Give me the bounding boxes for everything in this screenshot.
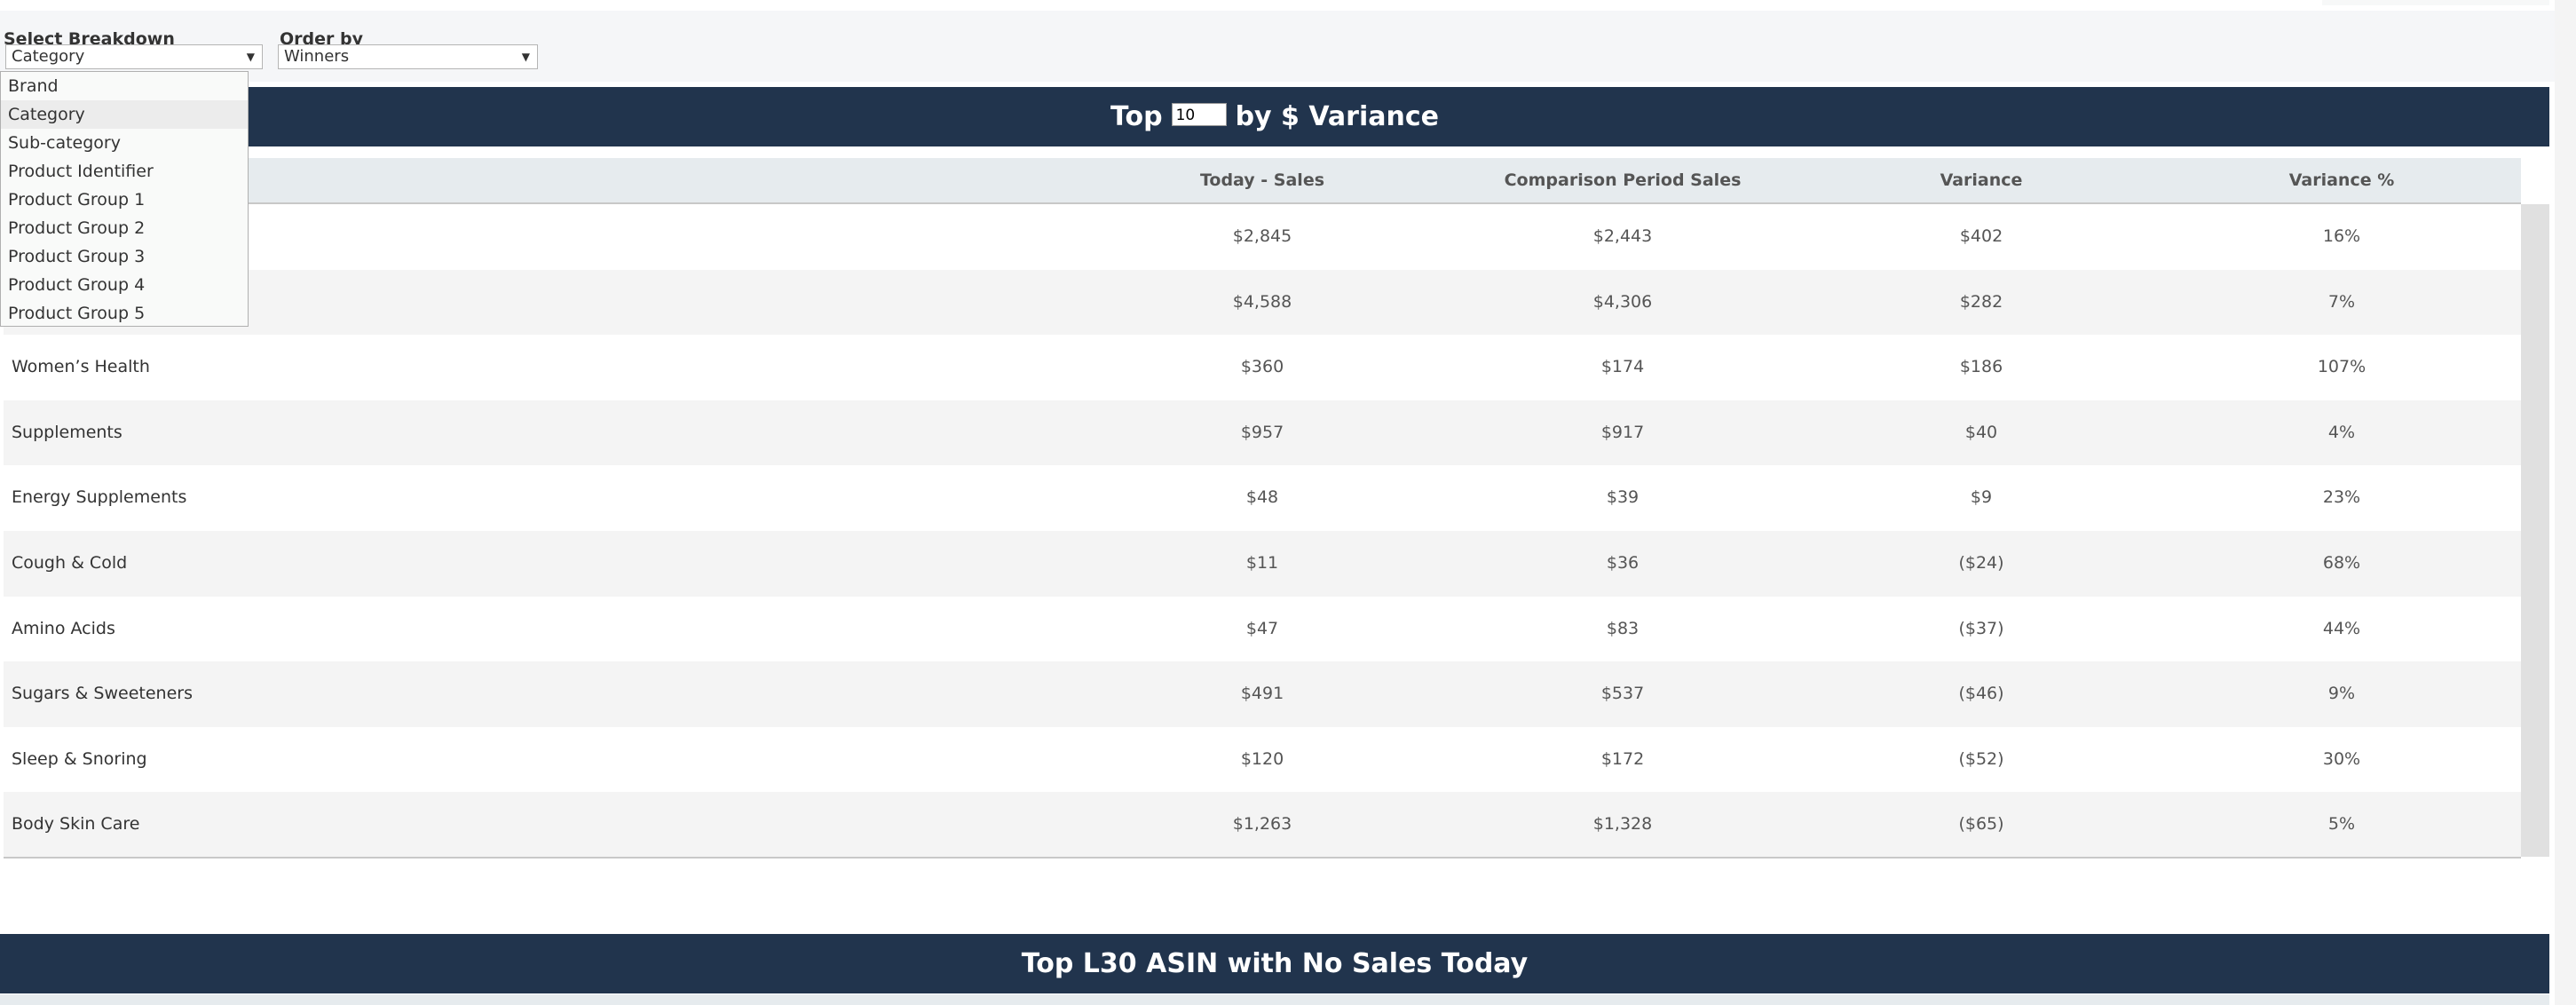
cell-variance: ($37): [1958, 618, 2004, 638]
cell-category: Energy Supplements: [12, 487, 187, 508]
cell-comparison-sales: $36: [1606, 552, 1640, 573]
top-strip: [2322, 0, 2549, 5]
vertical-scrollbar[interactable]: [2521, 204, 2549, 857]
cell-variance: $40: [1964, 422, 1998, 442]
table-row[interactable]: $2,845 $2,443 $402 16%: [4, 204, 2521, 270]
table-row[interactable]: Amino Acids $47 $83 ($37) 44%: [4, 596, 2521, 662]
cell-variance-pct: 30%: [2322, 748, 2361, 769]
dropdown-option[interactable]: Product Identifier: [1, 157, 248, 186]
second-section-title: Top L30 ASIN with No Sales Today: [1021, 948, 1529, 979]
table-row[interactable]: Body Skin Care $1,263 $1,328 ($65) 5%: [4, 792, 2521, 858]
cell-today-sales: $4,588: [1232, 291, 1292, 312]
cell-variance-pct: 23%: [2322, 487, 2361, 508]
dropdown-option[interactable]: Product Group 1: [1, 186, 248, 214]
breakdown-dropdown-list: Brand Category Sub-category Product Identif…: [0, 71, 249, 327]
column-header-today-sales[interactable]: Today - Sales: [1085, 158, 1440, 202]
cell-today-sales: $11: [1245, 552, 1279, 573]
cell-comparison-sales: $2,443: [1592, 226, 1653, 246]
top-n-input[interactable]: 10: [1171, 102, 1227, 126]
breakdown-select-value: Category: [12, 47, 85, 66]
cell-variance-pct: 44%: [2322, 618, 2361, 638]
cell-variance: ($46): [1958, 684, 2004, 704]
cell-variance-pct: 68%: [2322, 552, 2361, 573]
cell-variance: ($24): [1958, 552, 2004, 573]
column-header-comparison-sales[interactable]: Comparison Period Sales: [1445, 158, 1800, 202]
cell-category: Body Skin Care: [12, 814, 140, 835]
dropdown-option[interactable]: Brand: [1, 72, 248, 100]
cell-variance: $402: [1959, 226, 2003, 246]
table-row[interactable]: Cough & Cold $11 $36 ($24) 68%: [4, 530, 2521, 597]
table-row[interactable]: Women’s Health $360 $174 $186 107%: [4, 335, 2521, 400]
cell-today-sales: $1,263: [1232, 814, 1292, 835]
cell-variance: $186: [1959, 357, 2003, 377]
cell-today-sales: $957: [1240, 422, 1284, 442]
cell-comparison-sales: $174: [1600, 357, 1645, 377]
dropdown-option[interactable]: Product Group 5: [1, 299, 248, 328]
cell-category: Sugars & Sweeteners: [12, 684, 193, 704]
table-row[interactable]: Supplements $957 $917 $40 4%: [4, 400, 2521, 466]
table-body: $2,845 $2,443 $402 16% $4,588 $4,306 $282 7% Wom…: [4, 204, 2521, 858]
cell-comparison-sales: $39: [1606, 487, 1640, 508]
column-header-variance[interactable]: Variance: [1804, 158, 2159, 202]
cell-category: Sleep & Snoring: [12, 748, 147, 769]
cell-variance-pct: 7%: [2327, 291, 2356, 312]
dropdown-option[interactable]: Product Group 4: [1, 271, 248, 299]
page-edge: [2555, 0, 2576, 1005]
cell-today-sales: $47: [1245, 618, 1279, 638]
cell-today-sales: $491: [1240, 684, 1284, 704]
cell-category: Cough & Cold: [12, 552, 128, 573]
section-title-suffix: by $ Variance: [1235, 101, 1439, 132]
cell-variance: $9: [1970, 487, 1993, 508]
section-title-prefix: Top: [1110, 101, 1163, 132]
dropdown-option[interactable]: Category: [1, 100, 248, 129]
cell-comparison-sales: $1,328: [1592, 814, 1653, 835]
cell-variance-pct: 4%: [2327, 422, 2356, 442]
cell-variance: ($52): [1958, 748, 2004, 769]
cell-comparison-sales: $4,306: [1592, 291, 1653, 312]
table-row[interactable]: Sugars & Sweeteners $491 $537 ($46) 9%: [4, 661, 2521, 727]
cell-comparison-sales: $917: [1600, 422, 1645, 442]
chevron-down-icon: ▼: [521, 51, 530, 63]
column-header-variance-pct[interactable]: Variance %: [2164, 158, 2519, 202]
table-row[interactable]: Energy Supplements $48 $39 $9 23%: [4, 465, 2521, 531]
order-by-select[interactable]: Winners ▼: [278, 44, 538, 69]
filter-panel: Select Breakdown Category ▼ Order by Win…: [0, 11, 2555, 82]
order-by-select-value: Winners: [284, 47, 350, 66]
breakdown-select[interactable]: Category ▼: [5, 44, 263, 69]
cell-variance-pct: 16%: [2322, 226, 2361, 246]
cell-category: Women’s Health: [12, 357, 150, 377]
cell-comparison-sales: $83: [1606, 618, 1640, 638]
cell-today-sales: $2,845: [1232, 226, 1292, 246]
cell-variance-pct: 5%: [2327, 814, 2356, 835]
table-bottom-border: [4, 857, 2521, 859]
cell-comparison-sales: $537: [1600, 684, 1645, 704]
cell-variance: ($65): [1958, 814, 2004, 835]
dropdown-option[interactable]: Product Group 3: [1, 242, 248, 271]
second-section-table-header: [0, 994, 2549, 1005]
dropdown-option[interactable]: Sub-category: [1, 129, 248, 157]
chevron-down-icon: ▼: [246, 51, 255, 63]
cell-category: Supplements: [12, 422, 122, 442]
cell-variance-pct: 107%: [2317, 357, 2367, 377]
cell-today-sales: $360: [1240, 357, 1284, 377]
table-row[interactable]: Sleep & Snoring $120 $172 ($52) 30%: [4, 726, 2521, 793]
table-header: Today - Sales Comparison Period Sales Va…: [4, 158, 2521, 204]
dropdown-option[interactable]: Product Group 2: [1, 214, 248, 242]
table-row[interactable]: $4,588 $4,306 $282 7%: [4, 269, 2521, 336]
cell-today-sales: $48: [1245, 487, 1279, 508]
cell-category: Amino Acids: [12, 618, 115, 638]
section-title-bar: Top 10 by $ Variance: [0, 87, 2549, 146]
cell-today-sales: $120: [1240, 748, 1284, 769]
cell-variance-pct: 9%: [2327, 684, 2356, 704]
cell-comparison-sales: $172: [1600, 748, 1645, 769]
cell-variance: $282: [1959, 291, 2003, 312]
second-section-title-bar: Top L30 ASIN with No Sales Today: [0, 934, 2549, 993]
